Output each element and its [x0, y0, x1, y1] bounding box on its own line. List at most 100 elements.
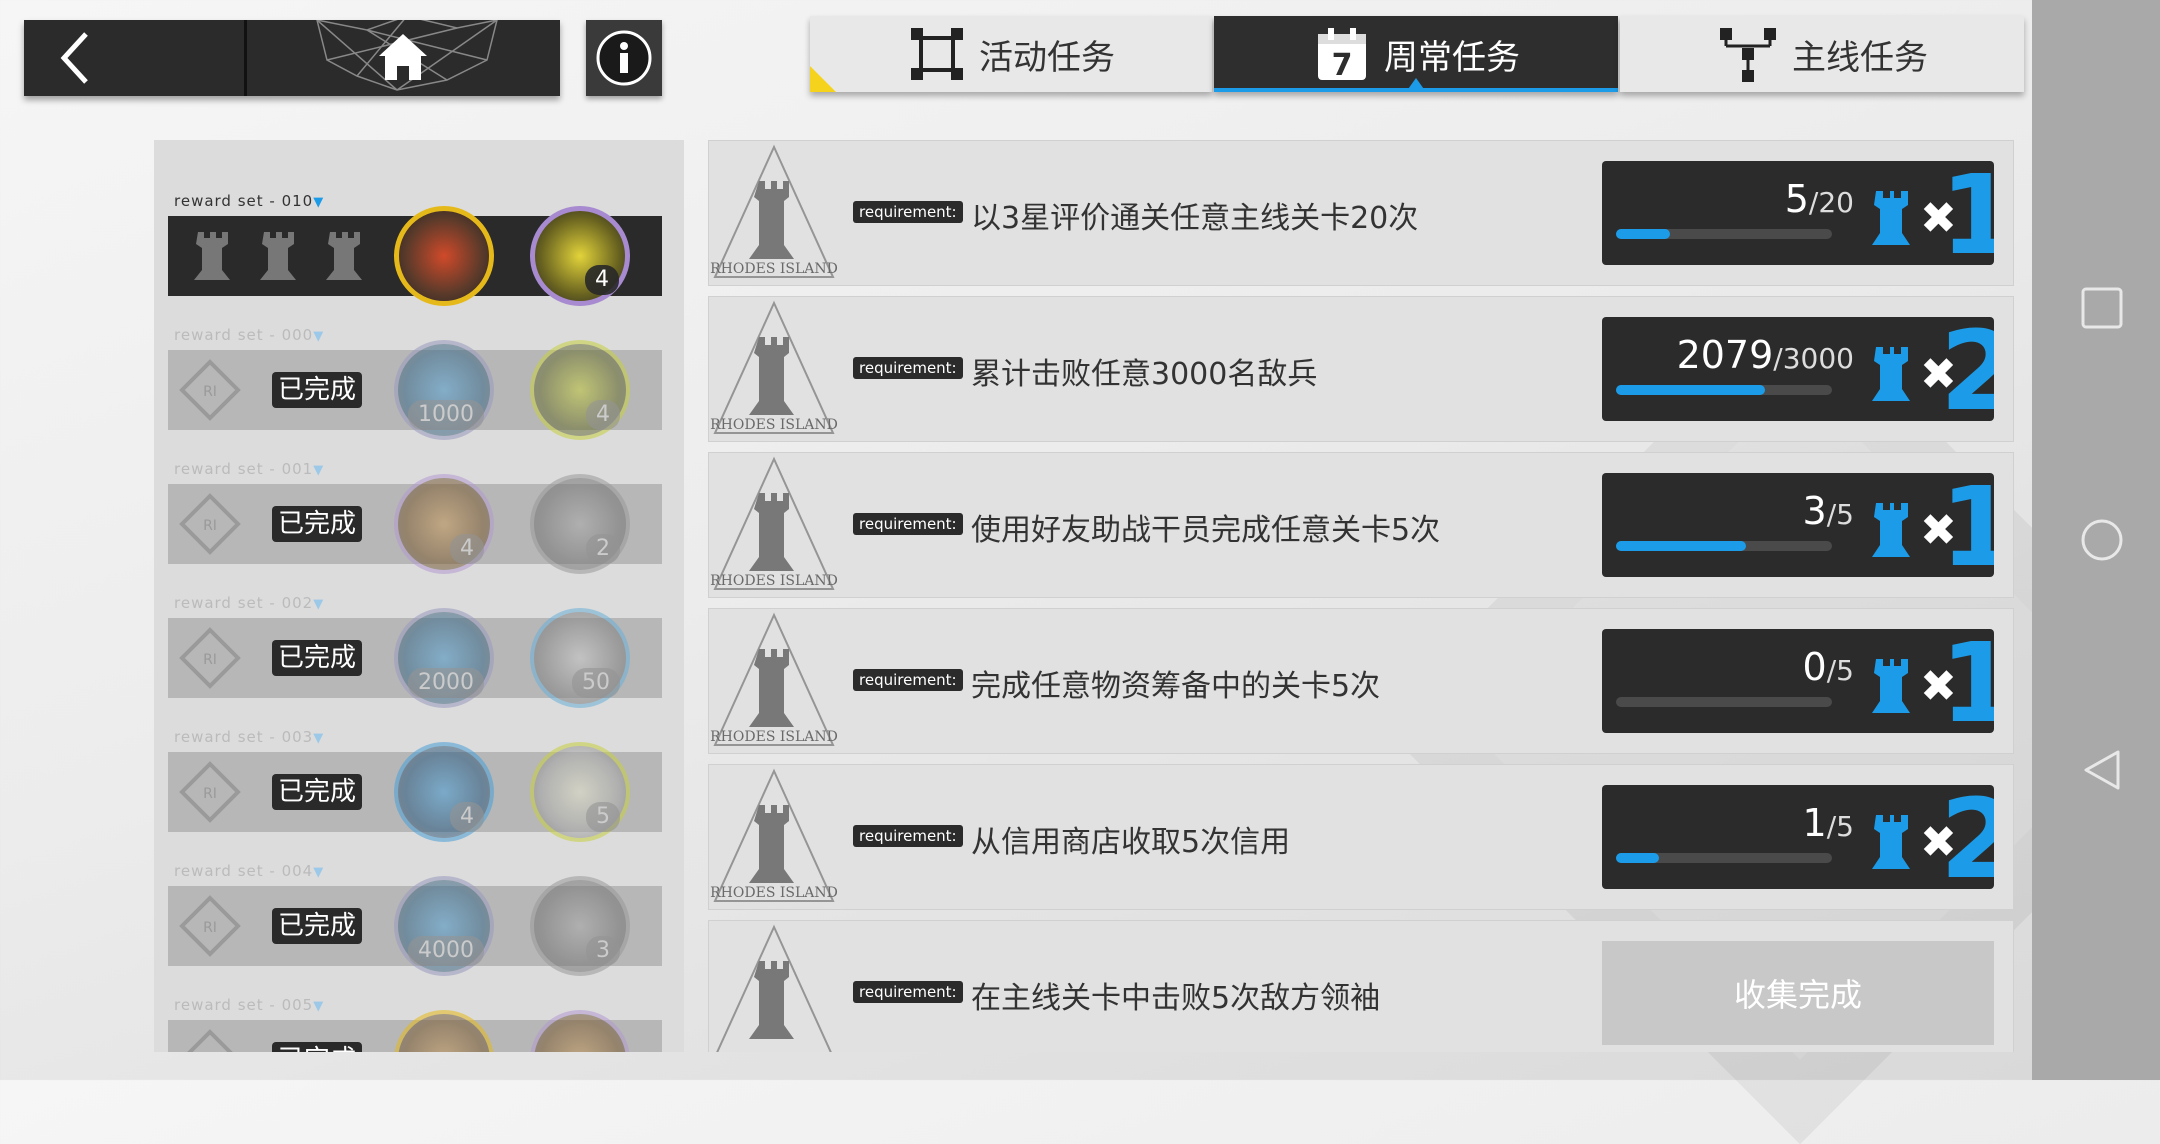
back-system-button[interactable]: [2080, 748, 2124, 792]
task-description: 使用好友助战干员完成任意关卡5次: [971, 513, 1441, 548]
task-progress-box: 3/5 ✖ 1: [1602, 473, 1994, 577]
reward-set-bar: RI 已完成 4000 3: [168, 876, 662, 976]
home-button[interactable]: [247, 20, 560, 96]
item-quantity: 4000: [408, 936, 484, 966]
tab-event-missions[interactable]: 活动任务: [810, 16, 1212, 92]
task-progress-box: 1/5 ✖ 2: [1602, 785, 1994, 889]
reward-item-lmd-icon[interactable]: 1000: [394, 340, 494, 440]
collect-complete-button[interactable]: 收集完成: [1602, 941, 1994, 1045]
reward-set-label: reward set - 001▼: [174, 460, 325, 478]
reward-item-skill-summary-icon[interactable]: 4: [530, 340, 630, 440]
progress-total: 5: [1836, 810, 1854, 843]
requirement-tag: requirement:: [853, 513, 963, 535]
task-list[interactable]: RHODES ISLAND requirement: 以3星评价通关任意主线关卡…: [708, 140, 2014, 1052]
focus-frame-icon: [911, 28, 963, 80]
top-nav: [24, 20, 560, 96]
reward-item-data-chip-icon[interactable]: 3: [530, 876, 630, 976]
progress-count: 3/5: [1803, 489, 1854, 533]
active-tab-caret: [1406, 78, 1426, 92]
reward-multiplier: 1: [1940, 161, 1994, 265]
progress-separator: /: [1826, 498, 1837, 531]
tab-weekly-missions[interactable]: 7 周常任务: [1214, 16, 1618, 92]
task-row[interactable]: RHODES ISLAND requirement: 从信用商店收取5次信用 1…: [708, 764, 2014, 910]
rook-icon: [194, 232, 230, 280]
svg-text:RI: RI: [203, 786, 217, 802]
task-progress-box: 2079/3000 ✖ 2: [1602, 317, 1994, 421]
progress-count: 5/20: [1785, 177, 1854, 221]
rhodes-island-tower-icon: RHODES ISLAND: [710, 768, 838, 902]
rhodes-island-tower-icon: [716, 924, 832, 1052]
task-row[interactable]: requirement: 在主线关卡中击败5次敌方领袖 收集完成: [708, 920, 2014, 1052]
task-row[interactable]: RHODES ISLAND requirement: 累计击败任意3000名敌兵…: [708, 296, 2014, 442]
reward-set-label: reward set - 000▼: [174, 326, 325, 344]
reward-item-skill-summary-icon[interactable]: 4: [530, 206, 630, 306]
tab-label: 周常任务: [1384, 37, 1520, 78]
reward-set-label: reward set - 005▼: [174, 996, 325, 1014]
reward-item-recruitment-permit-icon[interactable]: 5: [530, 742, 630, 842]
back-button[interactable]: [24, 20, 244, 96]
home-icon: [379, 34, 427, 80]
task-row[interactable]: RHODES ISLAND requirement: 以3星评价通关任意主线关卡…: [708, 140, 2014, 286]
rhodes-island-emblem-icon: RI: [179, 895, 241, 957]
reward-set-bar: 已完成: [168, 1010, 662, 1052]
reward-item-lmd-icon[interactable]: 2000: [394, 608, 494, 708]
mission-tabs: 活动任务 7 周常任务 主线任务: [810, 16, 2024, 92]
requirement-tag: requirement:: [853, 201, 963, 223]
rhodes-island-tower-icon: RHODES ISLAND: [710, 144, 838, 278]
progress-count: 1/5: [1803, 801, 1854, 845]
reward-item-material-icon[interactable]: [530, 1010, 630, 1052]
progress-track: [1616, 229, 1832, 239]
info-icon: [596, 30, 652, 86]
rhodes-island-emblem-icon: RI: [179, 627, 241, 689]
reward-item-material-icon[interactable]: 4: [394, 474, 494, 574]
progress-fill: [1616, 853, 1660, 863]
completed-badge: 已完成: [272, 908, 363, 944]
tab-main-missions[interactable]: 主线任务: [1620, 16, 2024, 92]
calendar-icon: 7: [1318, 28, 1366, 83]
task-progress-box: 5/20 ✖ 1: [1602, 161, 1994, 265]
svg-text:RI: RI: [203, 384, 217, 400]
home-system-button[interactable]: [2080, 518, 2124, 562]
rook-token-icon: [1872, 191, 1910, 245]
reward-item-ester-icon[interactable]: 50: [530, 608, 630, 708]
task-row[interactable]: RHODES ISLAND requirement: 完成任意物资筹备中的关卡5…: [708, 608, 2014, 754]
new-indicator: [810, 66, 836, 92]
task-description: 在主线关卡中击败5次敌方领袖: [971, 981, 1381, 1016]
progress-track: [1616, 853, 1832, 863]
rhodes-island-emblem-icon: RI: [179, 761, 241, 823]
rook-icon: [326, 232, 362, 280]
progress-separator: /: [1808, 186, 1819, 219]
reward-set-bar: RI 已完成 1000 4: [168, 340, 662, 440]
rook-icon: [260, 232, 296, 280]
task-row[interactable]: RHODES ISLAND requirement: 使用好友助战干员完成任意关…: [708, 452, 2014, 598]
rook-token-icon: [1872, 815, 1910, 869]
item-quantity: 1000: [408, 400, 484, 430]
item-quantity: 4: [586, 400, 620, 430]
rhodes-island-tower-icon: RHODES ISLAND: [710, 300, 838, 434]
reward-item-data-chip-icon[interactable]: 2: [530, 474, 630, 574]
progress-separator: /: [1826, 654, 1837, 687]
reward-item-lmd-icon[interactable]: 4000: [394, 876, 494, 976]
rhodes-island-tower-icon: RHODES ISLAND: [710, 612, 838, 746]
requirement-tag: requirement:: [853, 825, 963, 847]
progress-count: 0/5: [1803, 645, 1854, 689]
reward-item-skill-summary-icon[interactable]: 4: [394, 742, 494, 842]
calendar-number: 7: [1332, 48, 1353, 83]
reward-sets-panel[interactable]: reward set - 010▼ 4 reward set - 000▼ RI…: [154, 140, 684, 1052]
reward-item-supply-box-icon[interactable]: [394, 206, 494, 306]
info-button[interactable]: [586, 20, 662, 96]
chevron-left-icon: [60, 32, 88, 84]
progress-track: [1616, 385, 1832, 395]
progress-total: 3000: [1782, 342, 1854, 375]
progress-separator: /: [1826, 810, 1837, 843]
item-quantity: 2000: [408, 668, 484, 698]
progress-current: 1: [1802, 801, 1827, 845]
recent-apps-button[interactable]: [2080, 286, 2124, 330]
progress-total: 5: [1836, 654, 1854, 687]
reward-set-bar: 4: [168, 206, 662, 306]
reward-multiplier: 2: [1940, 785, 1994, 889]
reward-set-bar: RI 已完成 4 2: [168, 474, 662, 574]
rook-token-icon: [1872, 503, 1910, 557]
progress-fill: [1616, 385, 1766, 395]
reward-item-supply-box-icon[interactable]: [394, 1010, 494, 1052]
